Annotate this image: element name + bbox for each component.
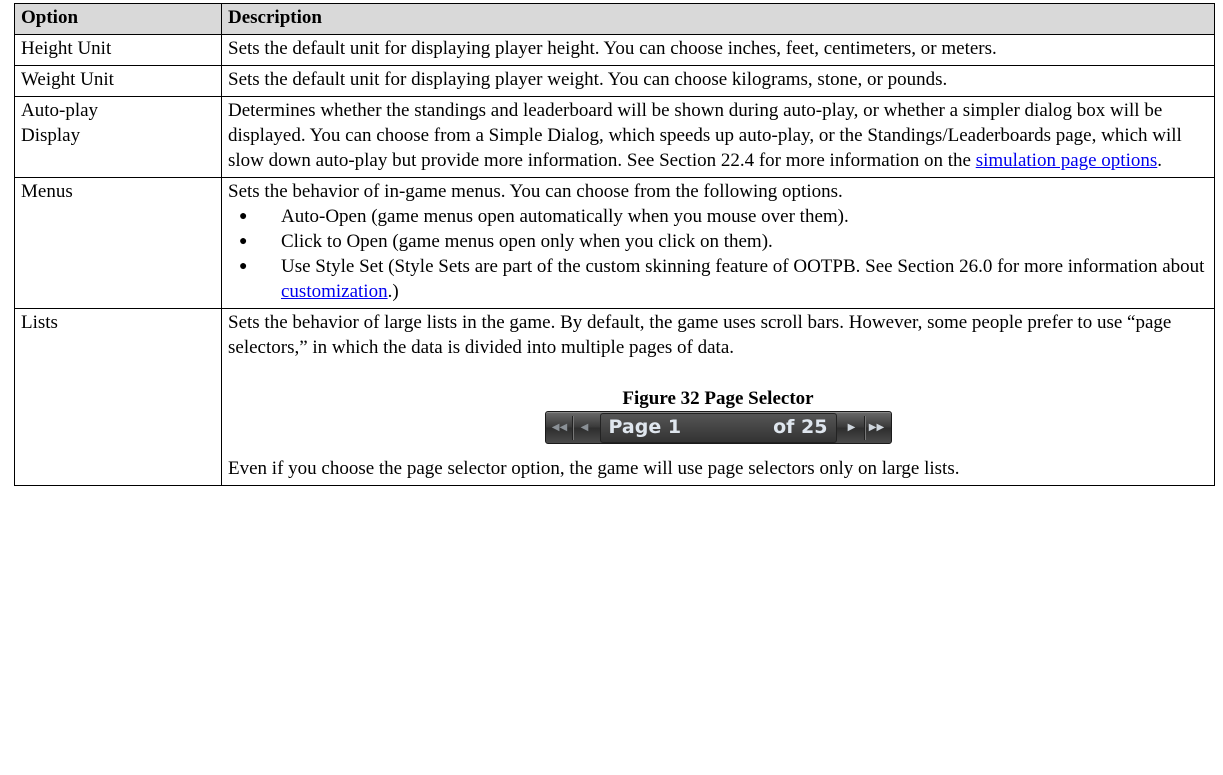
table-row: Menus Sets the behavior of in-game menus… (14, 177, 1215, 309)
description-text: Sets the default unit for displaying pla… (228, 69, 948, 90)
figure: ◀◀ ◀ Page 1 of 25 ▶ ▶▶ (228, 411, 1208, 456)
description-text: Sets the behavior of in-game menus. You … (228, 181, 843, 202)
left-arrow-icon: ◀ (580, 422, 589, 433)
description-cell: Sets the default unit for displaying pla… (221, 34, 1215, 66)
list-item-text: Auto-Open (game menus open automatically… (281, 206, 849, 227)
option-cell: Menus (14, 177, 222, 309)
description-text: Even if you choose the page selector opt… (228, 458, 960, 479)
menu-options-list: ● Auto-Open (game menus open automaticall… (228, 204, 1208, 304)
bullet-icon: ● (239, 209, 248, 224)
list-item-text: Click to Open (game menus open only when… (281, 231, 773, 252)
option-cell: Lists (14, 308, 222, 486)
option-line: Auto-play (21, 100, 99, 121)
description-cell: Sets the default unit for displaying pla… (221, 65, 1215, 97)
header-option: Option (14, 3, 222, 35)
description-cell: Determines whether the standings and lea… (221, 96, 1215, 178)
option-cell: Height Unit (14, 34, 222, 66)
page-selector: ◀◀ ◀ Page 1 of 25 ▶ ▶▶ (544, 411, 892, 444)
list-item: ● Click to Open (game menus open only whe… (228, 229, 1208, 254)
simulation-options-link[interactable]: simulation page options (976, 150, 1158, 171)
bullet-icon: ● (239, 259, 248, 274)
next-page-button[interactable]: ▶ (840, 414, 864, 442)
last-page-button[interactable]: ▶▶ (865, 414, 889, 442)
right-arrow-icon: ▶ (847, 422, 856, 433)
bullet-icon: ● (239, 234, 248, 249)
table-row: Height Unit Sets the default unit for di… (14, 34, 1215, 66)
list-item-text: .) (387, 281, 399, 302)
option-cell: Auto-play Display (14, 96, 222, 178)
option-cell: Weight Unit (14, 65, 222, 97)
figure-caption: Figure 32 Page Selector (622, 388, 814, 409)
list-item: ● Auto-Open (game menus open automaticall… (228, 204, 1208, 229)
page-label: Page 1 (608, 416, 682, 438)
previous-page-button[interactable]: ◀ (573, 414, 597, 442)
table-row: Weight Unit Sets the default unit for di… (14, 65, 1215, 97)
list-item: ● Use Style Set (Style Sets are part of t… (228, 254, 1208, 304)
header-description: Description (221, 3, 1215, 35)
options-table: Option Description Height Unit Sets the … (14, 3, 1215, 486)
table-header-row: Option Description (14, 3, 1215, 35)
description-text: Sets the default unit for displaying pla… (228, 38, 997, 59)
description-text: Determines whether the standings and lea… (228, 98, 1208, 173)
description-text: Sets the behavior of large lists in the … (228, 312, 1172, 358)
description-span: . (1157, 150, 1163, 171)
option-line: Display (21, 125, 81, 146)
description-cell: Sets the behavior of large lists in the … (221, 308, 1215, 486)
table-row: Auto-play Display Determines whether the… (14, 96, 1215, 178)
double-left-arrow-icon: ◀◀ (551, 422, 568, 433)
page-count-label: of 25 (773, 416, 828, 438)
customization-link[interactable]: customization (281, 281, 388, 302)
table-row: Lists Sets the behavior of large lists i… (14, 308, 1215, 486)
list-item-text: Use Style Set (Style Sets are part of th… (281, 256, 1205, 277)
page-indicator: Page 1 of 25 (599, 412, 837, 443)
description-cell: Sets the behavior of in-game menus. You … (221, 177, 1215, 309)
double-right-arrow-icon: ▶▶ (868, 422, 885, 433)
first-page-button[interactable]: ◀◀ (548, 414, 572, 442)
